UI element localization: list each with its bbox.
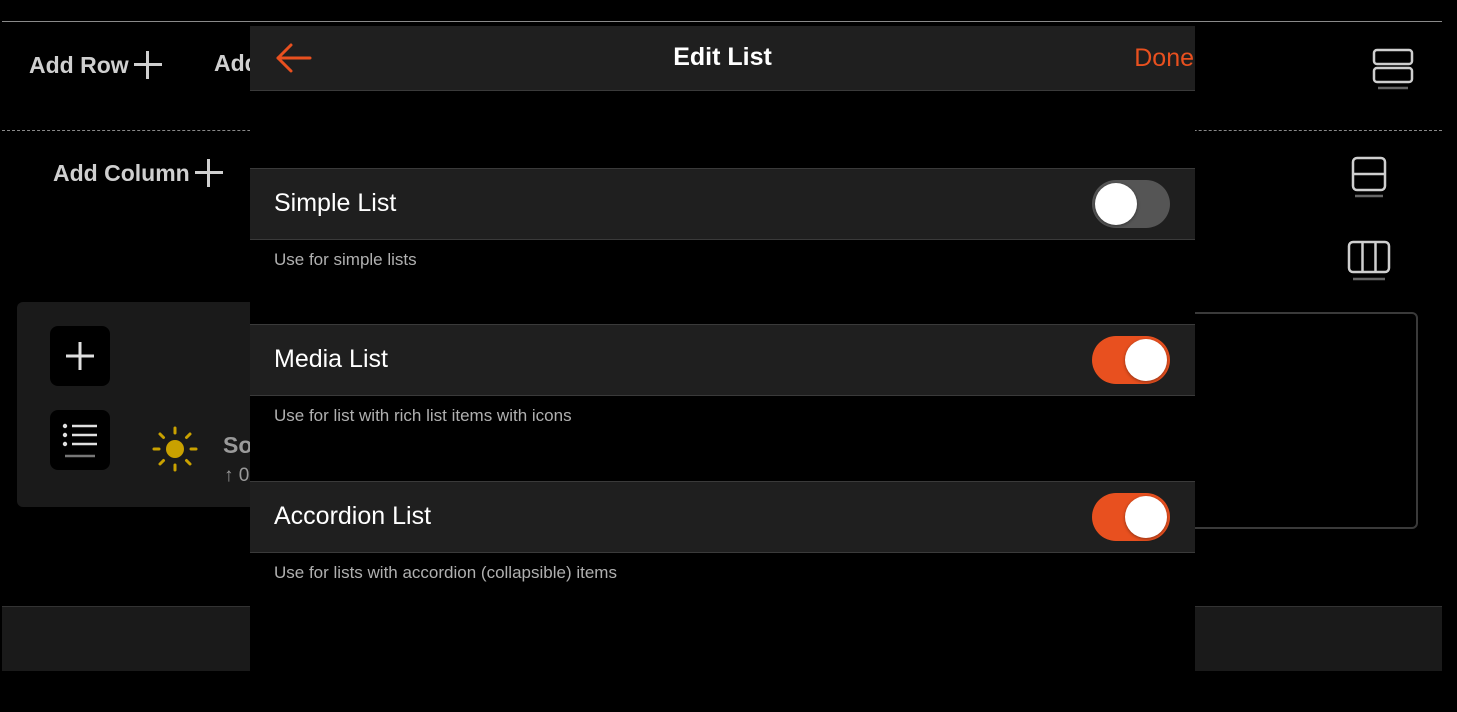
plus-icon <box>133 50 163 80</box>
split-layout-icon[interactable] <box>1351 156 1389 198</box>
option-label: Media List <box>274 345 388 373</box>
sun-icon <box>152 426 198 472</box>
toggle-knob <box>1125 339 1167 381</box>
toggle-knob <box>1095 183 1137 225</box>
option-description: Use for lists with accordion (collapsibl… <box>274 563 617 582</box>
option-label: Accordion List <box>274 502 432 530</box>
add-row-button[interactable]: Add Row <box>29 50 163 80</box>
rows-layout-icon[interactable] <box>1372 48 1416 90</box>
list-item-title: So <box>223 432 253 458</box>
add-row-label: Add Row <box>29 51 129 78</box>
edit-list-modal: Edit List Done Simple List Use for simpl… <box>250 26 1195 712</box>
media-list-toggle[interactable] <box>1092 336 1170 384</box>
list-view-button[interactable] <box>50 410 110 470</box>
add-column-label: Add Column <box>53 159 190 186</box>
columns-layout-icon[interactable] <box>1347 240 1393 282</box>
accordion-list-toggle[interactable] <box>1092 493 1170 541</box>
toggle-knob <box>1125 496 1167 538</box>
option-row-media-list: Media List <box>250 324 1195 396</box>
option-row-accordion-list: Accordion List <box>250 481 1195 553</box>
simple-list-toggle[interactable] <box>1092 180 1170 228</box>
list-item-subtitle: ↑ 0 <box>224 465 250 486</box>
modal-title: Edit List <box>673 43 772 71</box>
modal-navbar: Edit List Done <box>250 26 1195 91</box>
plus-icon <box>66 342 94 370</box>
add-column-button[interactable]: Add Column <box>53 158 224 188</box>
plus-icon <box>194 158 224 188</box>
content-box <box>1180 312 1418 529</box>
option-description: Use for simple lists <box>274 250 417 269</box>
option-row-simple-list: Simple List <box>250 168 1195 240</box>
done-button[interactable]: Done <box>1134 44 1194 73</box>
list-icon <box>62 423 97 458</box>
option-label: Simple List <box>274 189 397 217</box>
add-item-button[interactable] <box>50 326 110 386</box>
top-divider <box>2 21 1442 22</box>
option-description: Use for list with rich list items with i… <box>274 406 572 425</box>
